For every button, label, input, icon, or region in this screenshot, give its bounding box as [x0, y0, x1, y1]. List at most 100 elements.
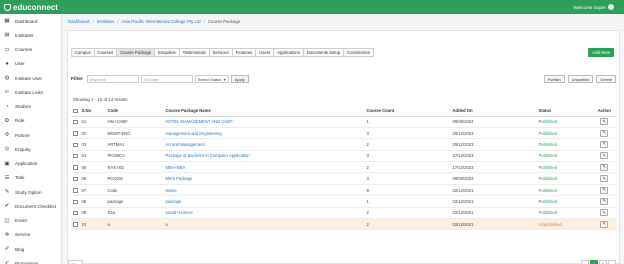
pencil-icon: ✎	[602, 221, 607, 227]
sidebar-item-application[interactable]: ▣ Application	[0, 157, 61, 171]
sidebar-item-study-option[interactable]: ✎ Study Option	[0, 185, 61, 199]
delete-button[interactable]: Delete	[596, 75, 616, 83]
breadcrumb-dashboard[interactable]: Dashboard	[68, 19, 89, 24]
cell-package-name-link[interactable]: a	[163, 218, 365, 231]
status-badge[interactable]: Published	[536, 138, 593, 151]
row-checkbox[interactable]	[73, 176, 78, 182]
sidebar-item-service[interactable]: ✲ Service	[0, 228, 61, 242]
row-checkbox[interactable]	[73, 199, 78, 204]
sidebar-item-user[interactable]: ● User	[0, 57, 61, 71]
table-row: 04 PKGBCA Package of Bachelor in Computer …	[71, 150, 616, 163]
tab-features[interactable]: Features	[231, 48, 257, 57]
row-checkbox[interactable]	[73, 131, 78, 136]
row-checkbox[interactable]	[73, 222, 78, 227]
unpublish-button[interactable]: Unpublish	[567, 75, 594, 83]
date-input[interactable]: On Date	[140, 75, 193, 83]
cell-package-name-link[interactable]: package	[163, 195, 365, 208]
header-code[interactable]: Code	[105, 106, 164, 117]
cell-course-count: 2	[364, 218, 451, 231]
row-checkbox[interactable]	[73, 165, 78, 170]
sidebar-item-institute-links[interactable]: ∞ Institute Links	[0, 85, 61, 99]
edit-button[interactable]: ✎	[600, 140, 609, 148]
app-logo[interactable]: educonnect	[4, 3, 58, 12]
sidebar-item-institute-user[interactable]: ◍ Institute User	[0, 71, 61, 85]
cell-package-name-link[interactable]: management and Engineering	[163, 127, 365, 140]
tab-course-package[interactable]: Course Package	[116, 48, 156, 57]
sidebar-item-partner[interactable]: ✣ Partner	[0, 128, 61, 142]
tab-campus[interactable]: Campus	[71, 48, 95, 57]
status-badge[interactable]: Published	[536, 195, 593, 208]
status-select[interactable]: Select Status ▾	[194, 75, 229, 83]
tab-documents-setup[interactable]: Documents Setup	[302, 48, 345, 57]
sidebar-item-task[interactable]: ☰ Task	[0, 171, 61, 185]
pencil-icon: ✎	[602, 141, 607, 147]
status-badge[interactable]: Published	[536, 116, 593, 128]
status-badge[interactable]: Unpublished	[536, 218, 593, 231]
row-checkbox[interactable]	[73, 119, 78, 125]
tab-applications[interactable]: Applications	[273, 48, 304, 57]
tab-enquiries[interactable]: Enquiries	[154, 48, 180, 57]
select-all-checkbox[interactable]	[73, 108, 78, 114]
sidebar-item-document-checklist[interactable]: ✔ Document Checklist	[0, 199, 61, 213]
next-page-button[interactable]: ›	[608, 260, 616, 264]
keyword-input[interactable]: Keyword	[86, 75, 139, 83]
row-select	[71, 207, 80, 220]
sidebar-item-promotions[interactable]: ➶ Promotions	[0, 256, 61, 264]
sidebar-item-courses[interactable]: ▭ Courses	[0, 43, 61, 57]
edit-button[interactable]: ✎	[600, 163, 609, 171]
header-added-on[interactable]: Added On	[450, 106, 537, 117]
cell-package-name-link[interactable]: Package of Bachelor in Computer Applicat…	[163, 150, 365, 163]
status-badge[interactable]: Published	[536, 161, 593, 174]
sidebar-item-role[interactable]: ⚙ Role	[0, 114, 61, 128]
page-button-2[interactable]: 2	[599, 260, 607, 264]
tab-commission[interactable]: Commission	[343, 48, 375, 57]
cell-package-name-link[interactable]: Merit Package	[163, 172, 365, 185]
edit-button[interactable]: ✎	[600, 152, 609, 160]
breadcrumb-institutes[interactable]: Institutes	[97, 19, 115, 24]
edit-button[interactable]: ✎	[600, 118, 609, 126]
status-badge[interactable]: Published	[536, 127, 593, 140]
row-checkbox[interactable]	[73, 188, 78, 193]
add-new-button[interactable]: Add New	[588, 48, 614, 57]
status-badge[interactable]: Published	[536, 184, 593, 197]
user-menu[interactable]: Welcome Super	[573, 4, 614, 10]
edit-button[interactable]: ✎	[600, 220, 609, 228]
page-size-select[interactable]: 10 ▾	[68, 260, 84, 264]
edit-button[interactable]: ✎	[600, 186, 609, 194]
sidebar-item-enquiry[interactable]: ◎ Enquiry	[0, 142, 61, 156]
sidebar-item-dashboard[interactable]: ▦ Dashboard	[0, 14, 61, 28]
cell-package-name-link[interactable]: Art and Management	[163, 138, 365, 151]
tab-courses[interactable]: Courses	[93, 48, 118, 57]
sidebar-item-event[interactable]: ◫ Event	[0, 214, 61, 228]
header-status[interactable]: Status	[536, 106, 593, 117]
cell-package-name-link[interactable]: HOTEL MANAGEMENT AND CHEF	[163, 116, 365, 128]
row-checkbox[interactable]	[73, 142, 78, 148]
row-checkbox[interactable]	[73, 153, 78, 159]
edit-button[interactable]: ✎	[600, 209, 609, 217]
status-badge[interactable]: Published	[536, 150, 593, 163]
edit-button[interactable]: ✎	[600, 197, 609, 205]
row-checkbox[interactable]	[73, 210, 78, 216]
tab-services[interactable]: Services	[208, 48, 233, 57]
header-name[interactable]: Course Package Name	[163, 106, 365, 117]
header-course-count[interactable]: Course Count	[364, 106, 451, 117]
prev-page-button[interactable]: ‹	[581, 260, 589, 264]
cell-package-name-link[interactable]: Name	[163, 184, 365, 197]
edit-button[interactable]: ✎	[600, 175, 609, 183]
tab-users[interactable]: Users	[255, 48, 275, 57]
status-badge[interactable]: Published	[536, 207, 593, 220]
results-count: Showing 1 - 10 of 14 results	[73, 97, 128, 102]
sidebar-item-blog[interactable]: ✐ Blog	[0, 242, 61, 256]
publish-button[interactable]: Publish	[543, 75, 565, 83]
sidebar-item-student[interactable]: ◔ Student	[0, 100, 61, 114]
breadcrumb-college[interactable]: Asia Pacific International College Pty L…	[122, 19, 201, 24]
page-button-1[interactable]: 1	[590, 260, 598, 264]
apply-button[interactable]: Apply	[230, 75, 249, 83]
header-sno[interactable]: S.No	[79, 106, 106, 117]
sidebar-item-institutes[interactable]: ▤ Institutes	[0, 28, 61, 42]
tab-testimonials[interactable]: Testimonials	[178, 48, 210, 57]
cell-package-name-link[interactable]: social+science	[163, 207, 365, 220]
status-badge[interactable]: Published	[536, 172, 593, 185]
cell-package-name-link[interactable]: MBA+BBA	[163, 161, 365, 174]
edit-button[interactable]: ✎	[600, 129, 609, 137]
